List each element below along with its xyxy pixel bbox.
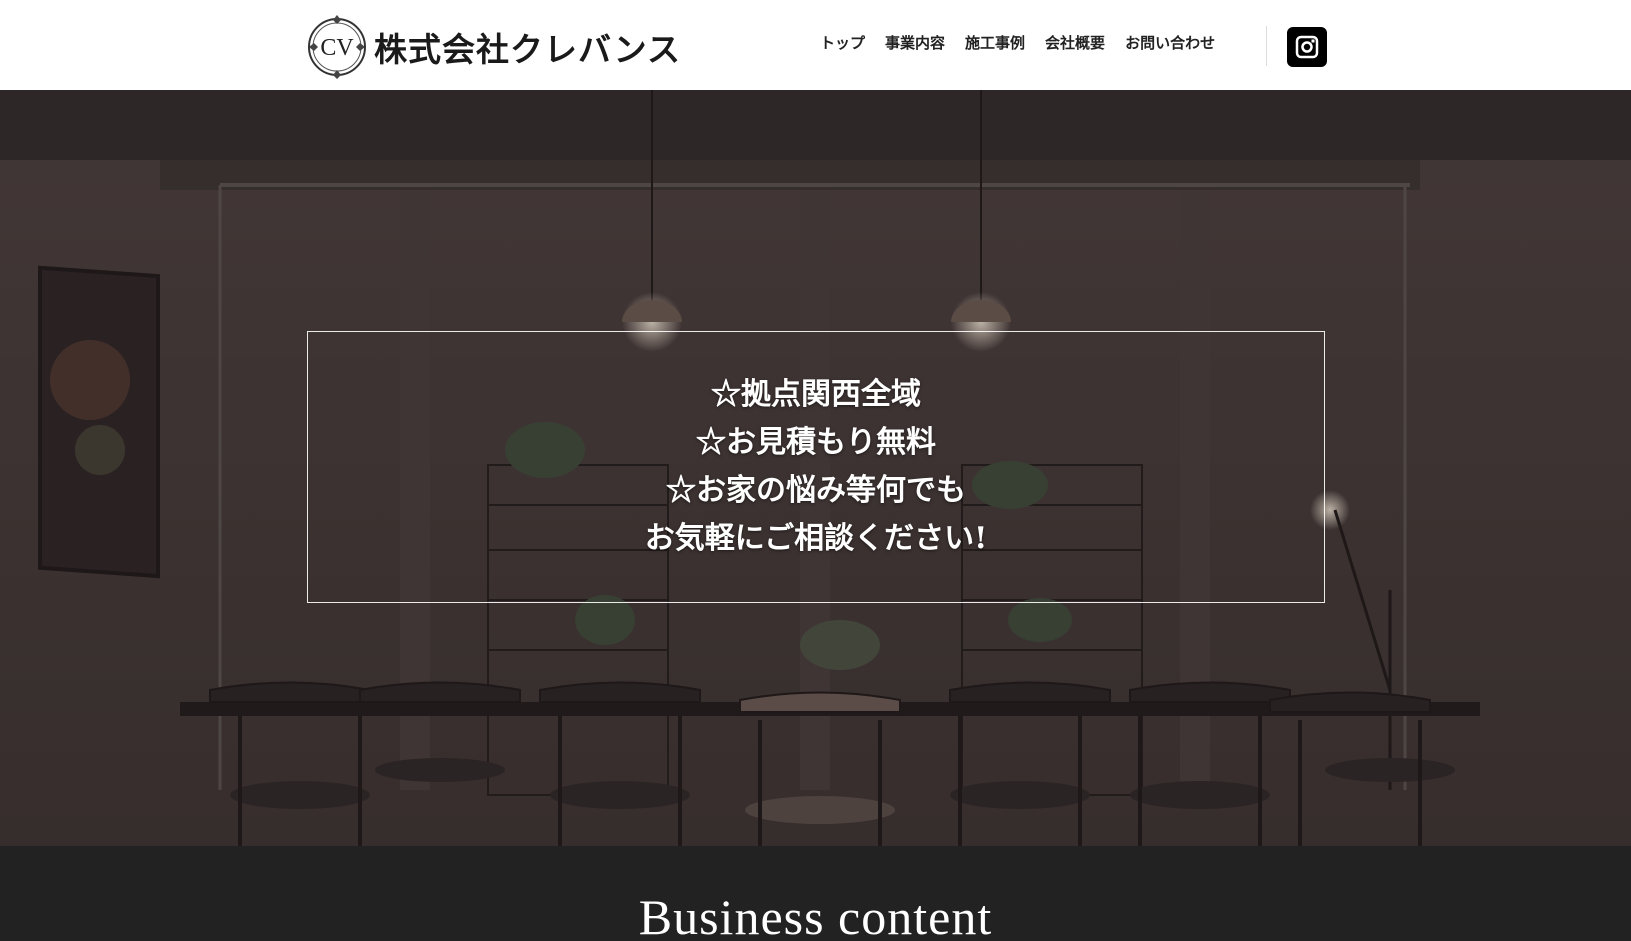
business-section: Business content — [0, 846, 1631, 941]
hero-line-3: ☆お家の悩み等何でも — [666, 473, 966, 508]
company-name: 株式会社クレバンス — [374, 30, 681, 69]
site-header: CV 株式会社クレバンス トップ 事業内容 施工事例 会社概要 お問い合わせ — [0, 0, 1631, 90]
logo-monogram: CV — [320, 35, 354, 61]
site-logo[interactable]: CV 株式会社クレバンス — [306, 12, 681, 82]
instagram-icon — [1295, 35, 1319, 59]
nav-item-company[interactable]: 会社概要 — [1045, 32, 1105, 53]
hero-line-1: ☆拠点関西全域 — [711, 377, 921, 412]
nav-item-contact[interactable]: お問い合わせ — [1125, 32, 1215, 53]
nav-item-business[interactable]: 事業内容 — [885, 32, 945, 53]
instagram-button[interactable] — [1287, 27, 1327, 67]
hero-line-2: ☆お見積もり無料 — [696, 425, 936, 460]
nav-divider — [1266, 26, 1267, 66]
nav-item-works[interactable]: 施工事例 — [965, 32, 1025, 53]
hero-line-4: お気軽にご相談ください! — [644, 521, 988, 556]
section-title: Business content — [638, 889, 993, 941]
logo-emblem-icon: CV — [308, 15, 366, 79]
hero-message-box: ☆拠点関西全域 ☆お見積もり無料 ☆お家の悩み等何でも お気軽にご相談ください! — [307, 331, 1325, 603]
hero-section: ☆拠点関西全域 ☆お見積もり無料 ☆お家の悩み等何でも お気軽にご相談ください! — [0, 90, 1631, 846]
nav-item-top[interactable]: トップ — [820, 32, 865, 53]
main-nav: トップ 事業内容 施工事例 会社概要 お問い合わせ — [820, 32, 1215, 53]
